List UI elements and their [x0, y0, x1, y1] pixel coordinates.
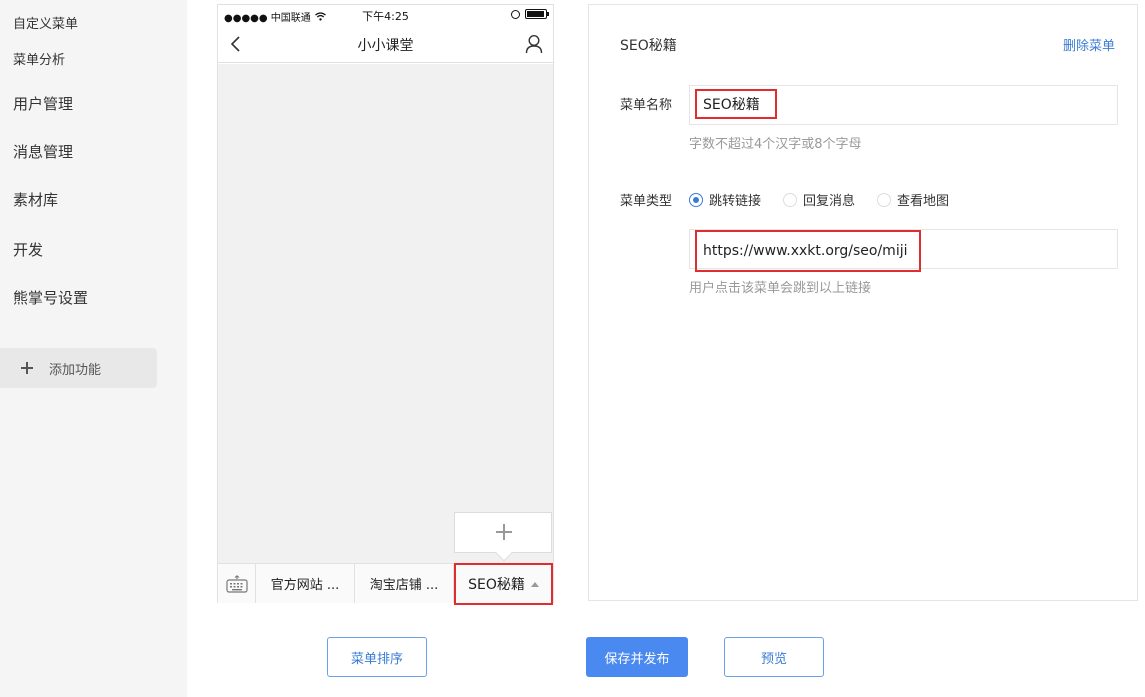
phone-status-bar: ●●●●● 中国联通 下午4:25: [218, 5, 553, 25]
radio-unselected-icon: [877, 192, 892, 207]
menu-type-label: 菜单类型: [620, 194, 673, 209]
status-time: 下午4:25: [362, 10, 409, 23]
editor-title: SEO秘籍: [620, 38, 677, 54]
radio-label: 跳转链接: [709, 194, 762, 209]
delete-menu-link[interactable]: 删除菜单: [1063, 35, 1115, 54]
menu-item-seo-secrets[interactable]: SEO秘籍: [454, 563, 553, 605]
sidebar-item-user-management[interactable]: 用户管理: [13, 93, 73, 114]
sidebar: 自定义菜单 菜单分析 用户管理 消息管理 素材库 开发 熊掌号设置 添加功能: [0, 0, 187, 697]
sidebar-item-development[interactable]: 开发: [13, 239, 43, 260]
radio-unselected-icon: [783, 192, 798, 207]
radio-view-map[interactable]: 查看地图: [877, 190, 949, 209]
add-submenu-button[interactable]: [454, 512, 552, 562]
rotation-lock-icon: [511, 9, 520, 19]
phone-content-area: [218, 64, 553, 563]
menu-item-taobao-store[interactable]: 淘宝店铺 ...: [355, 564, 454, 603]
phone-menu-bar: 官方网站 ... 淘宝店铺 ... SEO秘籍: [218, 563, 553, 605]
sidebar-item-custom-menu[interactable]: 自定义菜单: [13, 13, 78, 32]
keyboard-toggle[interactable]: [218, 564, 256, 603]
sidebar-item-material-library[interactable]: 素材库: [13, 189, 58, 210]
sidebar-item-menu-analysis[interactable]: 菜单分析: [13, 49, 65, 68]
phone-preview: ●●●●● 中国联通 下午4:25 小小课堂 官方网站 ... 淘宝店铺 ...…: [217, 4, 554, 605]
radio-jump-link[interactable]: 跳转链接: [689, 190, 761, 209]
add-function-button[interactable]: 添加功能: [0, 348, 157, 388]
radio-selected-icon: [689, 192, 703, 207]
battery-icon: [525, 9, 549, 19]
menu-type-radio-group: 跳转链接 回复消息 查看地图: [689, 190, 949, 209]
sidebar-item-xiongzhang-settings[interactable]: 熊掌号设置: [13, 287, 88, 308]
add-function-label: 添加功能: [49, 362, 102, 378]
user-icon[interactable]: [525, 34, 543, 54]
menu-name-input[interactable]: SEO秘籍: [695, 89, 777, 119]
url-hint: 用户点击该菜单会跳到以上链接: [689, 281, 872, 296]
menu-name-hint: 字数不超过4个汉字或8个字母: [689, 137, 862, 152]
url-input[interactable]: https://www.xxkt.org/seo/miji: [695, 230, 921, 272]
plus-icon: [496, 524, 512, 540]
menu-editor-panel: SEO秘籍 删除菜单 菜单名称 SEO秘籍 字数不超过4个汉字或8个字母 菜单类…: [588, 4, 1138, 601]
plus-icon: [20, 361, 34, 375]
caret-up-icon: [530, 581, 539, 587]
menu-item-official-site[interactable]: 官方网站 ...: [256, 564, 355, 603]
save-publish-button[interactable]: 保存并发布: [586, 637, 688, 677]
phone-nav-bar: 小小课堂: [218, 25, 553, 63]
phone-title: 小小课堂: [357, 38, 414, 54]
sidebar-item-message-management[interactable]: 消息管理: [13, 141, 73, 162]
menu-item-label: SEO秘籍: [468, 577, 525, 593]
menu-name-label: 菜单名称: [620, 98, 673, 113]
keyboard-icon: [225, 574, 248, 593]
radio-label: 回复消息: [803, 194, 856, 209]
radio-reply-message[interactable]: 回复消息: [783, 190, 855, 209]
menu-sort-button[interactable]: 菜单排序: [327, 637, 427, 677]
preview-button[interactable]: 预览: [724, 637, 824, 677]
radio-label: 查看地图: [897, 194, 950, 209]
